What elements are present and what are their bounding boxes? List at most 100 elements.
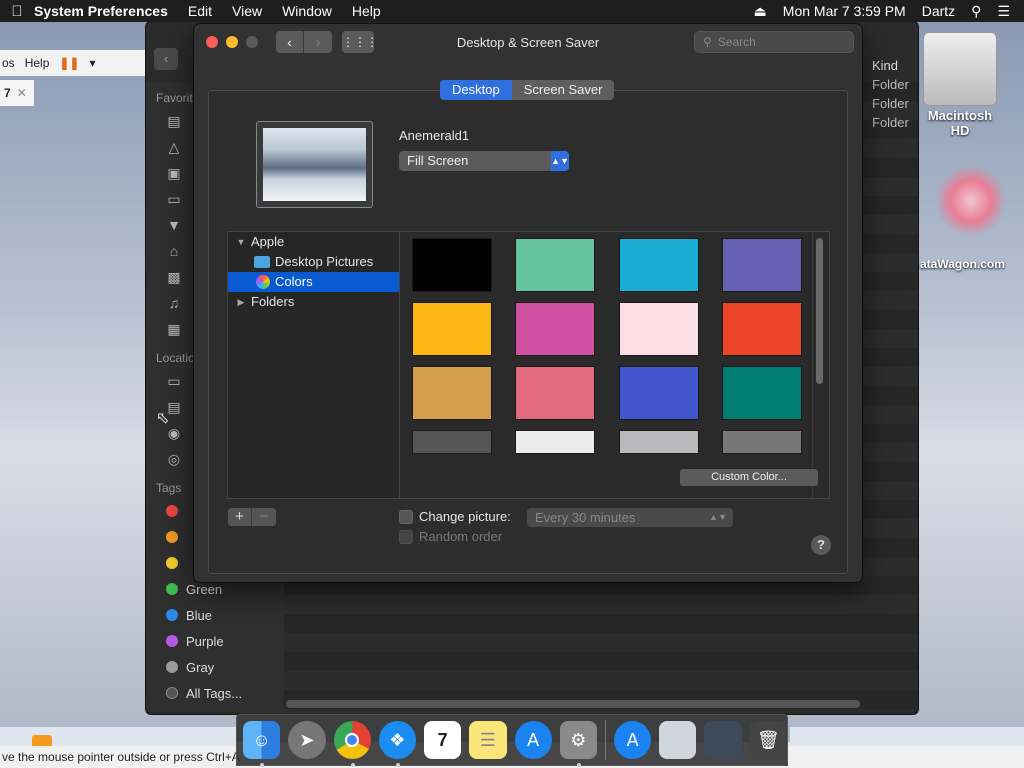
- color-swatch[interactable]: [722, 238, 802, 292]
- help-button[interactable]: ?: [811, 535, 831, 555]
- kind-column-header[interactable]: Kind: [860, 56, 918, 75]
- eject-icon[interactable]: ⏏: [754, 3, 767, 20]
- color-swatch[interactable]: [412, 238, 492, 292]
- launchpad-dock-icon[interactable]: ➤: [288, 721, 326, 759]
- recents-icon: ▤: [167, 113, 181, 129]
- menu-help[interactable]: Help: [352, 3, 381, 19]
- wallpaper-desktop-icon[interactable]: ataWagon.com: [918, 165, 1024, 285]
- flower-image-icon: [935, 165, 1007, 237]
- checkbox-box[interactable]: [399, 529, 413, 544]
- window-titlebar[interactable]: ‹ › ⋮⋮⋮ Desktop & Screen Saver ⚲ Search: [194, 24, 862, 60]
- app-store-folder-dock-icon[interactable]: A: [613, 721, 652, 759]
- tag-dot: [166, 635, 178, 647]
- fit-mode-select[interactable]: Fill Screen ▲▼: [399, 151, 569, 171]
- tab-desktop[interactable]: Desktop: [440, 80, 512, 100]
- menu-window[interactable]: Window: [282, 3, 332, 19]
- color-swatch[interactable]: [412, 302, 492, 356]
- chrome-dock-icon[interactable]: [333, 721, 371, 767]
- tag-dot: [166, 661, 178, 673]
- downloads-icon: ▼: [167, 217, 181, 233]
- system-preferences-dock-icon[interactable]: ⚙: [559, 721, 597, 767]
- flower-label: ataWagon.com: [920, 257, 1005, 271]
- color-swatch[interactable]: [515, 366, 595, 420]
- source-label: Colors: [275, 274, 313, 289]
- host-status-text: ve the mouse pointer outside or press Ct…: [2, 750, 240, 764]
- search-icon: ⚲: [703, 35, 712, 49]
- notification-center-icon[interactable]: ☰: [997, 3, 1010, 20]
- random-order-checkbox[interactable]: Random order: [399, 529, 502, 544]
- wallpaper-preview: [256, 121, 373, 208]
- chevron-down-icon[interactable]: ▾: [89, 56, 95, 70]
- disclosure-open-icon[interactable]: ▼: [236, 232, 246, 252]
- host-tab[interactable]: 7 ✕: [0, 80, 34, 106]
- color-swatch[interactable]: [515, 238, 595, 292]
- wallpaper-thumbnail: [263, 128, 366, 201]
- menu-view[interactable]: View: [232, 3, 262, 19]
- color-swatch[interactable]: [619, 238, 699, 292]
- source-apple[interactable]: ▼ Apple: [228, 232, 399, 252]
- menu-edit[interactable]: Edit: [188, 3, 212, 19]
- add-folder-button[interactable]: +: [228, 508, 252, 526]
- source-desktop-pictures[interactable]: Desktop Pictures: [228, 252, 399, 272]
- pause-icon[interactable]: ❚❚: [59, 56, 79, 70]
- color-swatch[interactable]: [515, 302, 595, 356]
- safari-dock-icon[interactable]: ❖: [378, 721, 416, 767]
- kind-cell: Folder: [872, 96, 909, 111]
- custom-color-button[interactable]: Custom Color...: [680, 469, 818, 486]
- finder-back-button[interactable]: ‹: [154, 48, 178, 70]
- app-menu[interactable]: System Preferences: [34, 3, 168, 19]
- clock[interactable]: Mon Mar 7 3:59 PM: [783, 3, 906, 19]
- spotlight-search-icon[interactable]: ⚲: [971, 3, 981, 20]
- calendar-dock-icon[interactable]: 7: [424, 721, 462, 759]
- color-swatch[interactable]: [412, 430, 492, 454]
- sidebar-tag-purple[interactable]: Purple: [146, 628, 284, 654]
- forward-button[interactable]: ›: [304, 31, 332, 53]
- network-icon: ◎: [167, 451, 181, 467]
- notes-dock-icon[interactable]: ☰: [469, 721, 507, 759]
- checkbox-box[interactable]: [399, 509, 413, 524]
- change-picture-checkbox[interactable]: Change picture:: [399, 509, 511, 524]
- movies-icon: ▦: [167, 321, 181, 337]
- color-swatch[interactable]: [619, 302, 699, 356]
- tag-dot: [166, 583, 178, 595]
- disclosure-closed-icon[interactable]: ▶: [236, 292, 246, 312]
- sidebar-tag-blue[interactable]: Blue: [146, 602, 284, 628]
- apple-menu-icon[interactable]: : [0, 3, 34, 20]
- menu-bar:  System Preferences Edit View Window He…: [0, 0, 1024, 22]
- interval-select[interactable]: Every 30 minutes ▲▼: [527, 508, 733, 527]
- screenshot-dock-icon[interactable]: [659, 721, 697, 759]
- show-all-grid-icon[interactable]: ⋮⋮⋮: [342, 31, 378, 53]
- color-swatch[interactable]: [515, 430, 595, 454]
- macintosh-hd-desktop-icon[interactable]: Macintosh HD: [920, 32, 1000, 142]
- trash-dock-icon[interactable]: 🗑: [749, 721, 787, 759]
- color-swatch[interactable]: [722, 430, 802, 454]
- minimize-window-button[interactable]: [226, 36, 238, 48]
- host-help-menu[interactable]: Help: [25, 56, 50, 70]
- source-colors[interactable]: Colors: [228, 272, 399, 292]
- tag-label: Purple: [186, 633, 224, 649]
- color-swatch[interactable]: [412, 366, 492, 420]
- grid-vertical-scrollbar[interactable]: [816, 238, 823, 384]
- downloads-stack-dock-icon[interactable]: [704, 721, 742, 759]
- close-window-button[interactable]: [206, 36, 218, 48]
- color-swatch[interactable]: [722, 302, 802, 356]
- change-picture-label: Change picture:: [419, 509, 511, 524]
- finder-horizontal-scrollbar[interactable]: [286, 700, 860, 708]
- user-menu[interactable]: Dartz: [922, 3, 955, 19]
- app-store-dock-icon[interactable]: A: [514, 721, 552, 759]
- search-field[interactable]: ⚲ Search: [694, 31, 854, 53]
- color-swatch[interactable]: [619, 366, 699, 420]
- finder-dock-icon[interactable]: ☺: [243, 721, 281, 767]
- tab-screen-saver[interactable]: Screen Saver: [511, 80, 615, 100]
- back-button[interactable]: ‹: [276, 31, 304, 53]
- color-swatch[interactable]: [619, 430, 699, 454]
- sidebar-tag-gray[interactable]: Gray: [146, 654, 284, 680]
- zoom-window-button[interactable]: [246, 36, 258, 48]
- close-icon[interactable]: ✕: [17, 86, 27, 100]
- source-folders[interactable]: ▶ Folders: [228, 292, 399, 312]
- color-swatch[interactable]: [722, 366, 802, 420]
- segmented-tabs: Desktop Screen Saver: [440, 80, 615, 100]
- sidebar-all-tags[interactable]: All Tags...: [146, 680, 284, 706]
- remove-folder-button[interactable]: −: [252, 508, 276, 526]
- tag-dot: [166, 557, 178, 569]
